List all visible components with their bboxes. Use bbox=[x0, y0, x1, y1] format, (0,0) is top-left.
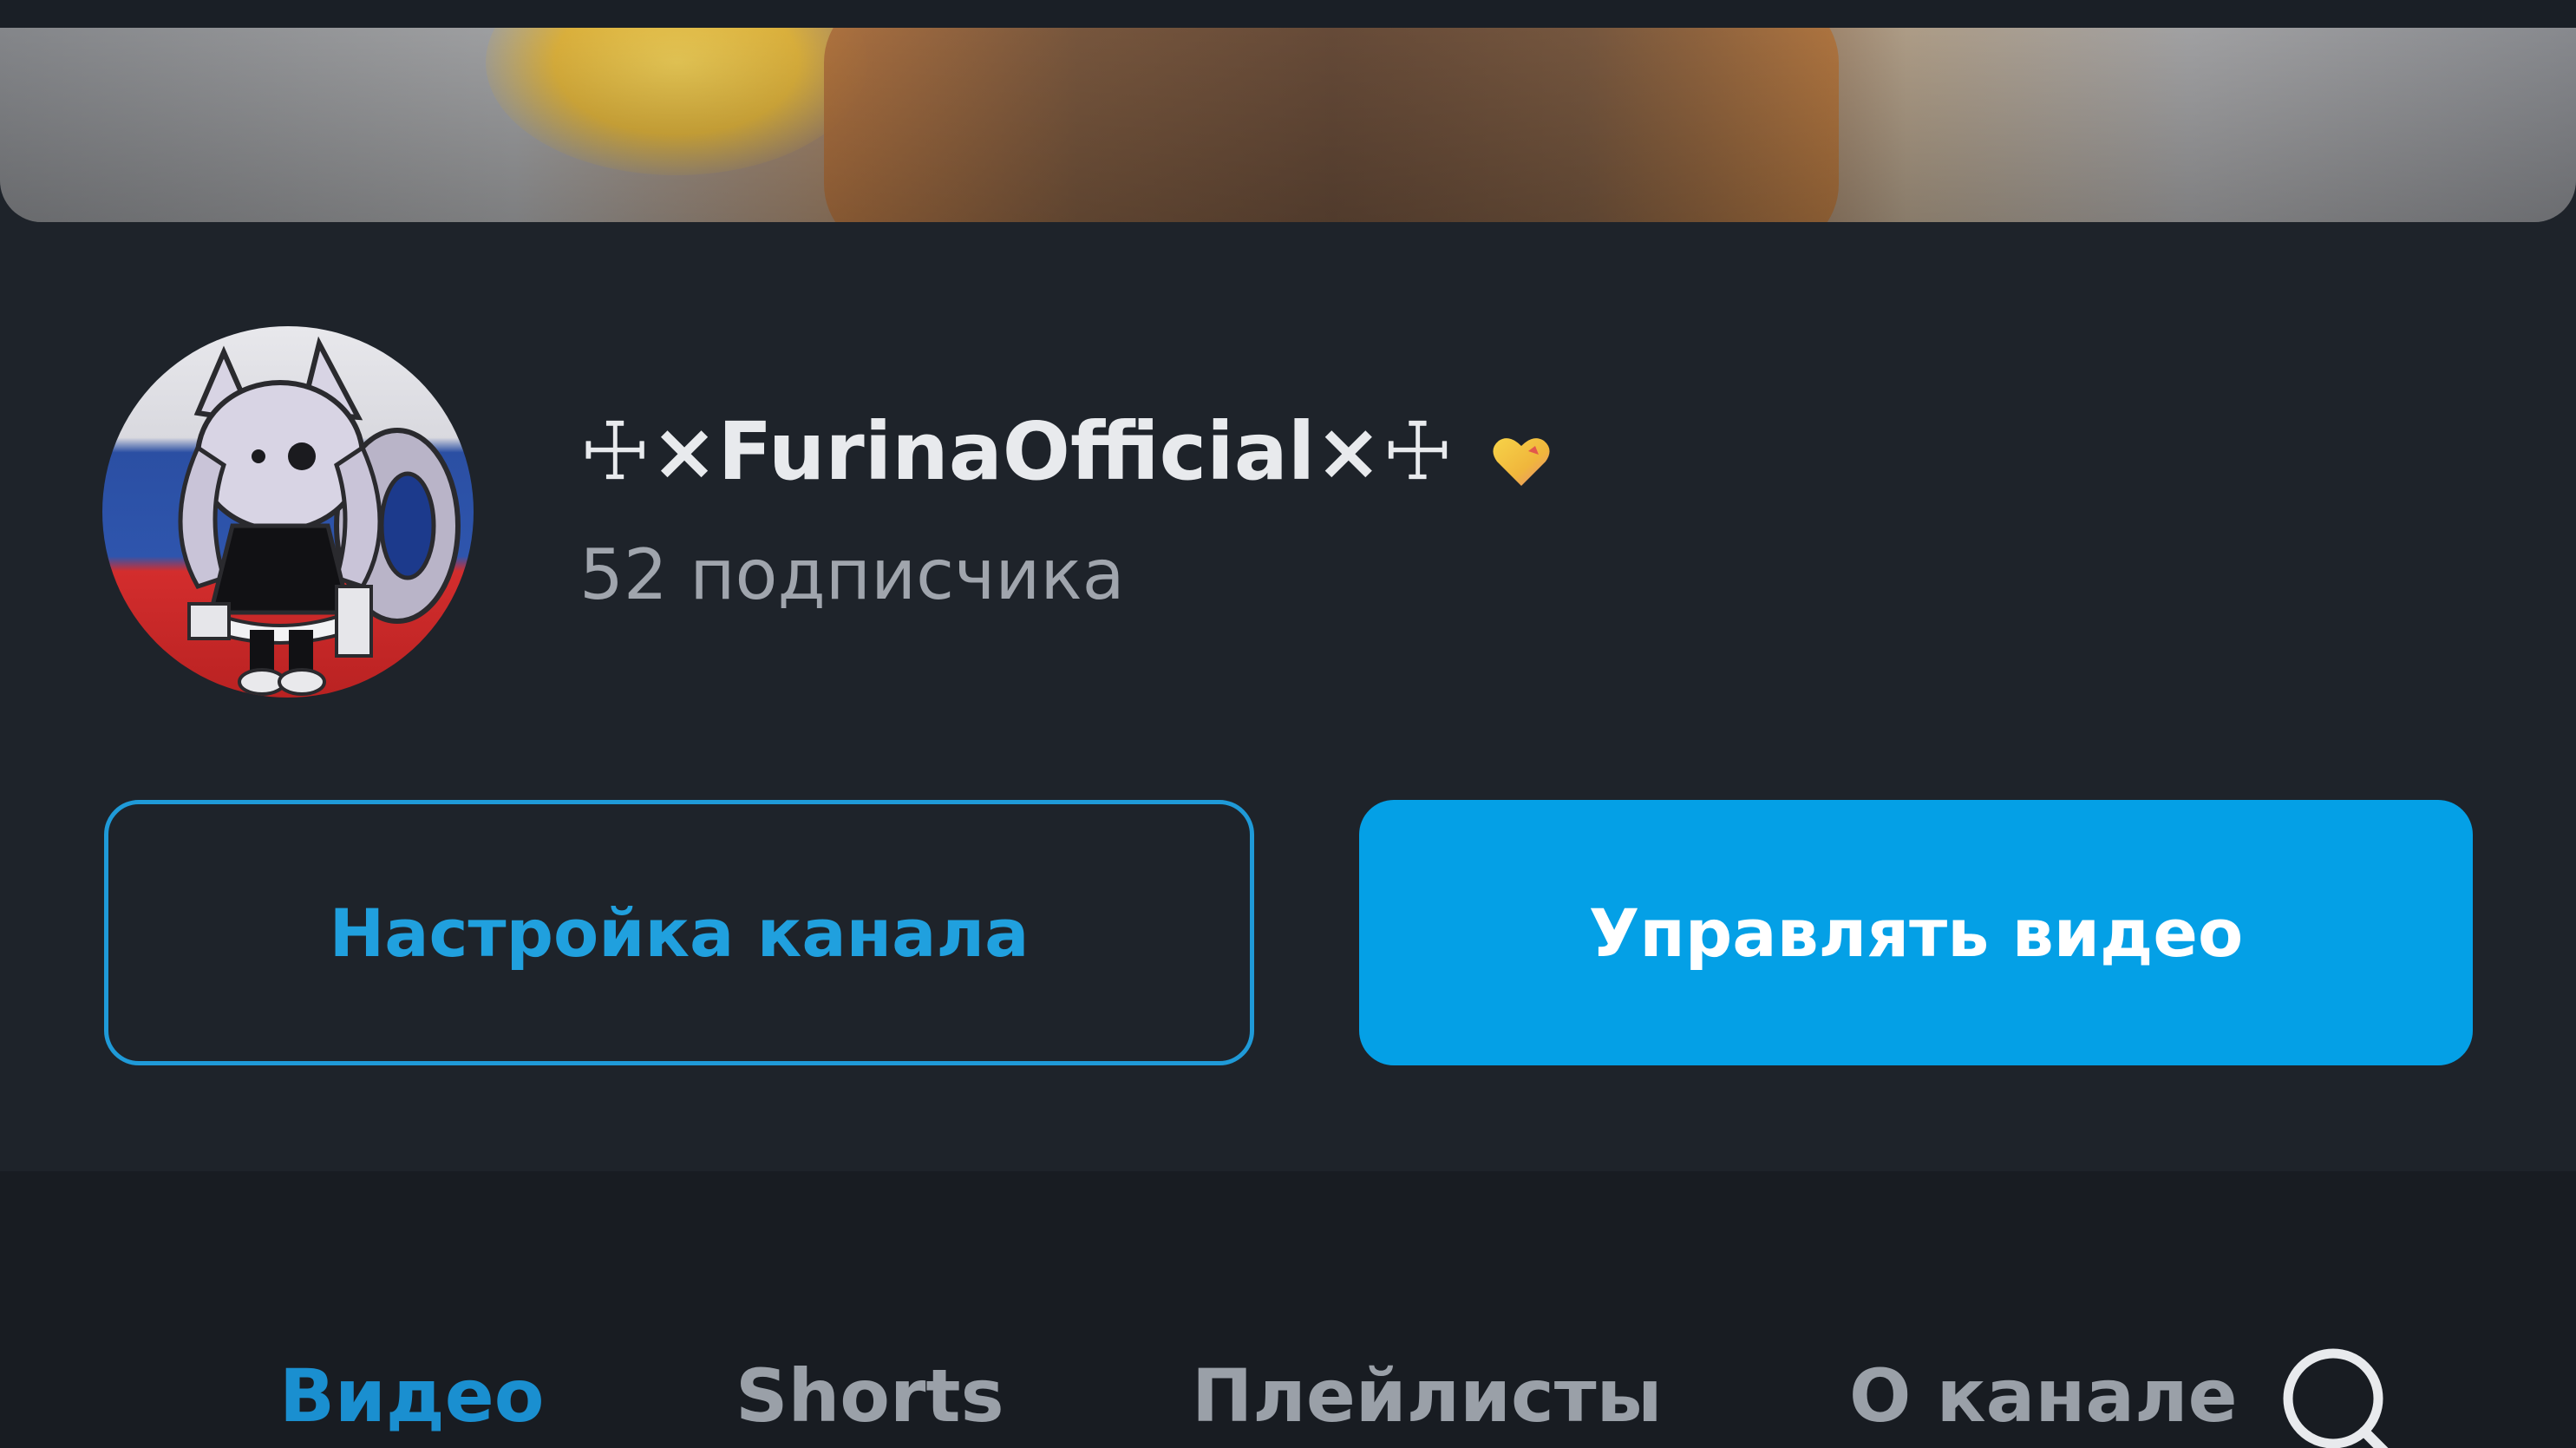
subscriber-count: 52 подписчика bbox=[579, 534, 1125, 615]
tab-shorts[interactable]: Shorts bbox=[736, 1353, 1004, 1438]
status-bar-strip bbox=[0, 0, 2576, 29]
channel-settings-label: Настройка канала bbox=[329, 894, 1030, 972]
channel-settings-button[interactable]: Настройка канала bbox=[104, 800, 1254, 1065]
manage-videos-label: Управлять видео bbox=[1588, 894, 2244, 972]
channel-name: ☩×FurinaOfficial×☩ bbox=[579, 404, 1454, 498]
tab-playlists[interactable]: Плейлисты bbox=[1192, 1353, 1662, 1438]
tab-videos[interactable]: Видео bbox=[279, 1353, 544, 1438]
manage-videos-button[interactable]: Управлять видео bbox=[1359, 800, 2473, 1065]
channel-banner bbox=[0, 28, 2576, 222]
avatar-image bbox=[178, 336, 461, 696]
search-icon[interactable] bbox=[2279, 1346, 2392, 1448]
heart-icon bbox=[1493, 438, 1550, 486]
channel-avatar[interactable] bbox=[102, 326, 474, 698]
tab-about[interactable]: О канале bbox=[1849, 1353, 2238, 1438]
